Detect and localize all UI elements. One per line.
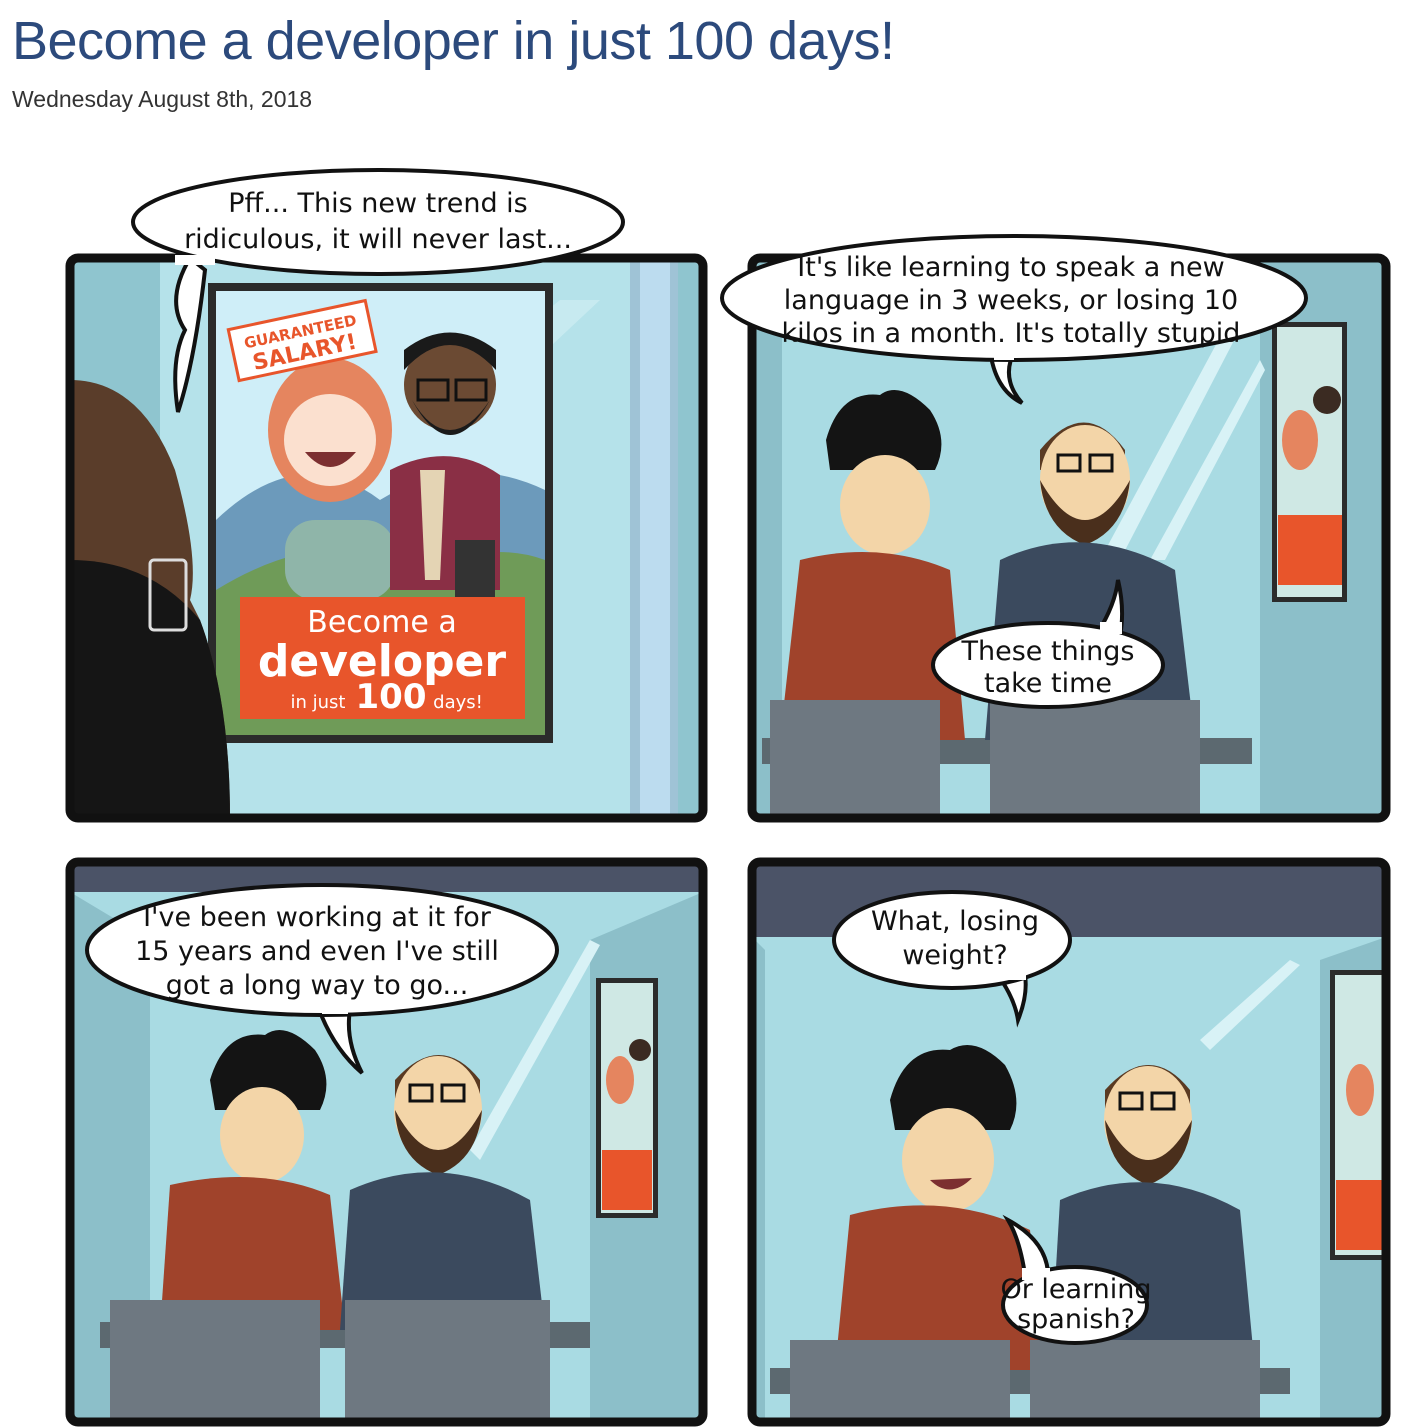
bubble-5-line-2: weight? [902, 940, 1007, 971]
bubble-1-line-2: ridiculous, it will never last... [184, 224, 572, 255]
bubble-3-line-2: take time [984, 668, 1112, 699]
background-poster-panel-2 [1272, 322, 1347, 602]
developer-poster: GUARANTEED SALARY! Become a developer in… [208, 283, 553, 743]
poster-suffix: days! [433, 692, 483, 713]
comic-panel-4: What, losing weight? Or learning spanish… [747, 857, 1391, 1427]
comic-panel-1: GUARANTEED SALARY! Become a developer in… [65, 168, 708, 823]
bubble-4-line-1: I've been working at it for [143, 902, 492, 933]
bubble-2-line-1: It's like learning to speak a new [797, 252, 1224, 283]
poster-prefix: in just [291, 692, 346, 713]
bubble-2-line-3: kilos in a month. It's totally stupid [782, 318, 1241, 349]
page-header: Become a developer in just 100 days! Wed… [12, 0, 1392, 113]
poster-number: 100 [356, 677, 427, 717]
bubble-2-line-2: language in 3 weeks, or losing 10 [784, 285, 1238, 316]
poster-banner: Become a developer in just 100 days! [240, 597, 525, 719]
comic-panel-2: It's like learning to speak a new langua… [720, 234, 1391, 823]
page-title: Become a developer in just 100 days! [12, 11, 895, 71]
publish-date: Wednesday August 8th, 2018 [12, 86, 313, 112]
bubble-4-line-2: 15 years and even I've still [135, 936, 499, 967]
bubble-3-line-1: These things [961, 636, 1135, 667]
poster-line-1: Become a [307, 605, 457, 640]
comic-strip: GUARANTEED SALARY! Become a developer in… [0, 160, 1408, 1428]
background-poster-panel-4 [1330, 970, 1385, 1260]
bubble-6-line-1: Or learning [1000, 1274, 1151, 1305]
bubble-4-line-3: got a long way to go... [166, 970, 469, 1001]
background-poster-panel-3 [596, 978, 658, 1218]
bubble-1-line-1: Pff... This new trend is [228, 188, 527, 219]
poster-man [390, 332, 500, 600]
bubble-6-line-2: spanish? [1017, 1304, 1135, 1335]
bubble-5-line-1: What, losing [871, 906, 1039, 937]
comic-panel-3: I've been working at it for 15 years and… [65, 857, 708, 1427]
